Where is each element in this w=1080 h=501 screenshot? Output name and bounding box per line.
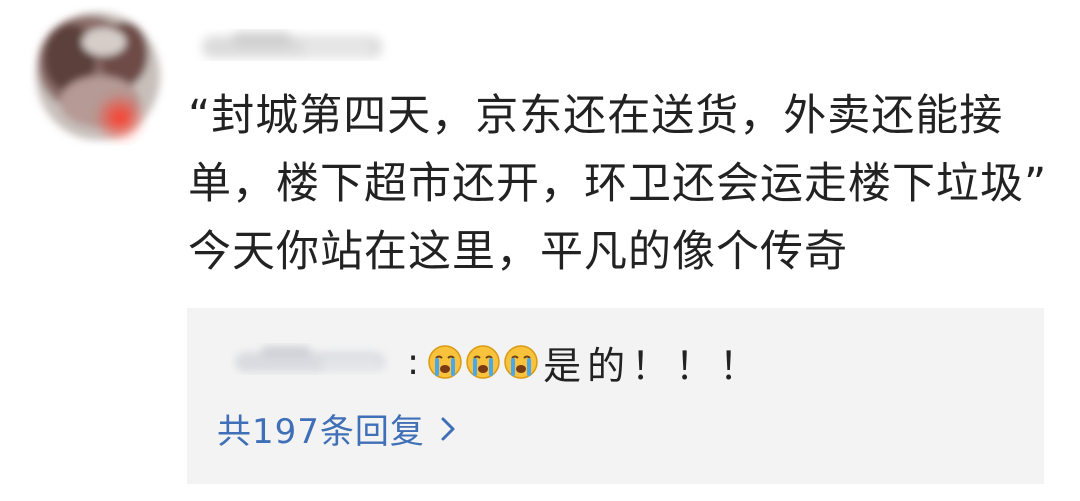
crying-face-icon (503, 344, 539, 380)
view-all-replies-label: 共197条回复 (217, 412, 425, 452)
chevron-right-icon (439, 415, 457, 443)
username-redacted[interactable] (192, 22, 402, 72)
crying-face-icon (465, 344, 501, 380)
reply-username-redacted[interactable] (231, 338, 401, 386)
reply-separator: : (407, 341, 420, 383)
avatar[interactable] (28, 6, 168, 146)
comment-text: “封城第四天，京东还在送货，外卖还能接单，楼下超市还开，环卫还会运走楼下垃圾” … (188, 91, 1048, 277)
reply-text: 是的！！！ (543, 343, 764, 388)
view-all-replies-link[interactable]: 共197条回复 (217, 404, 457, 453)
crying-face-icon (427, 344, 463, 380)
reply-item: : 是的！！！ (231, 334, 763, 390)
reply-box[interactable]: : 是的！！！ 共197条回复 (187, 308, 1044, 484)
